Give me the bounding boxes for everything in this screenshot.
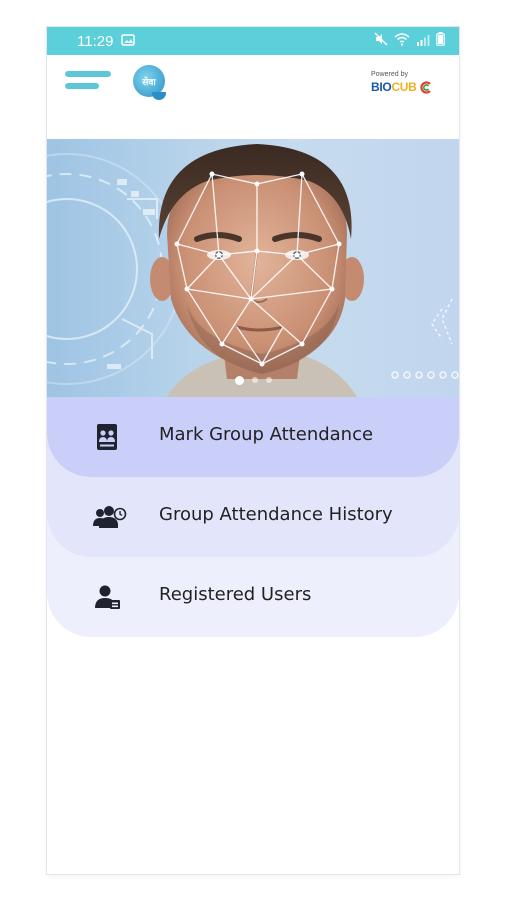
- registered-user-icon: [93, 584, 121, 610]
- phone-screen: 11:29 सेवा Powered by BIO CUB Registered…: [47, 27, 459, 874]
- menu-line: [65, 71, 111, 77]
- mute-icon: [374, 32, 388, 50]
- signal-icon: [416, 33, 430, 50]
- app-bar: सेवा Powered by BIO CUB: [47, 55, 459, 139]
- status-bar: 11:29: [47, 27, 459, 55]
- brand-cub-text: CUB: [391, 80, 417, 94]
- carousel-dot[interactable]: [251, 377, 258, 383]
- face-scan-illustration: [47, 144, 459, 397]
- face-recognition-banner[interactable]: [47, 139, 459, 397]
- battery-icon: [436, 32, 445, 50]
- carousel-indicator: [47, 376, 459, 385]
- group-id-card-icon: [93, 424, 121, 450]
- menu-item-label: Group Attendance History: [159, 504, 393, 525]
- status-right: [374, 32, 445, 50]
- gallery-icon: [121, 33, 136, 50]
- app-logo-tail: [152, 92, 166, 100]
- status-time: 11:29: [77, 32, 114, 50]
- hamburger-menu-icon[interactable]: [65, 71, 111, 101]
- brand-bio-text: BIO: [371, 80, 392, 94]
- brand-wordmark: BIO CUB: [371, 80, 437, 94]
- brand-logo: Powered by BIO CUB: [371, 71, 437, 111]
- carousel-dot[interactable]: [265, 377, 272, 383]
- status-left: 11:29: [77, 32, 136, 50]
- menu-item-label: Registered Users: [159, 584, 312, 605]
- brand-c-icon: [419, 80, 431, 94]
- menu-item-mark-group-attendance[interactable]: Mark Group Attendance: [47, 397, 459, 477]
- app-logo-text: सेवा: [142, 76, 156, 87]
- carousel-dot[interactable]: [234, 376, 244, 385]
- group-history-icon: [93, 504, 127, 530]
- menu-line: [65, 83, 99, 89]
- wifi-icon: [394, 32, 410, 50]
- powered-by-text: Powered by: [371, 71, 408, 78]
- menu-item-label: Mark Group Attendance: [159, 424, 374, 445]
